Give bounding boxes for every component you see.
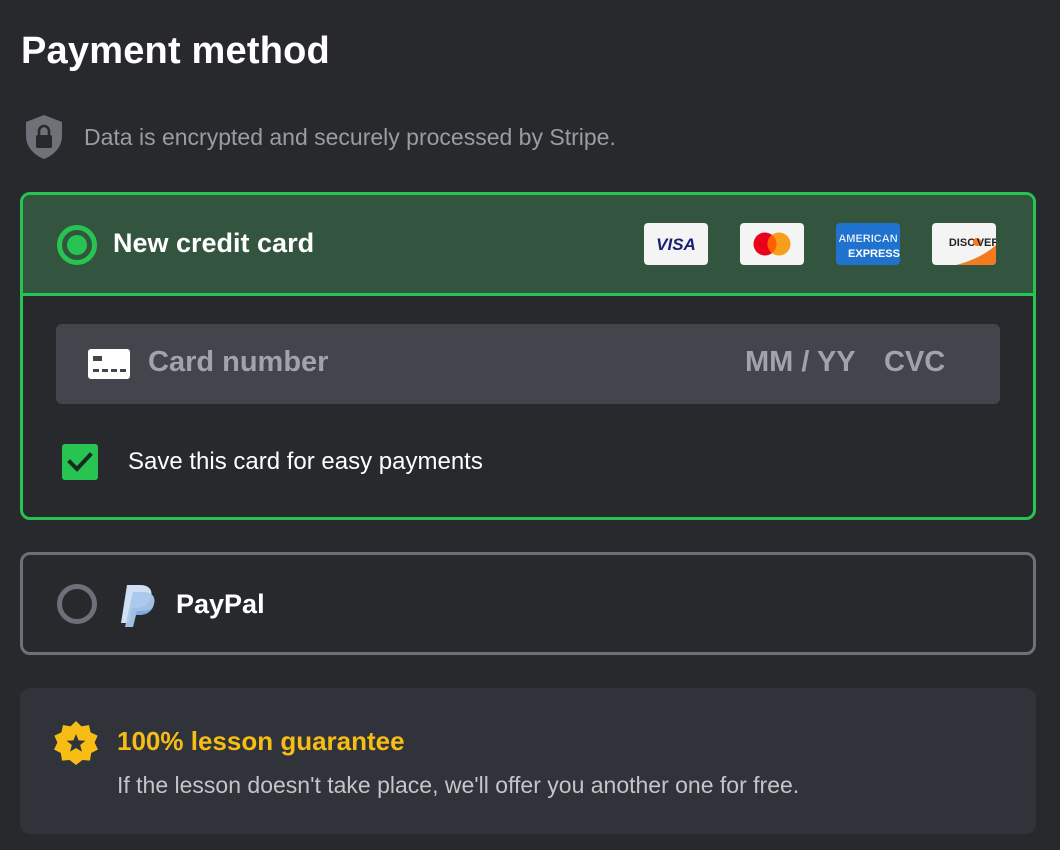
paypal-option-label: PayPal	[176, 589, 265, 619]
save-card-row[interactable]: Save this card for easy payments	[62, 444, 483, 480]
svg-text:AMERICAN: AMERICAN	[838, 233, 897, 245]
radio-dot	[67, 235, 87, 255]
paypal-option[interactable]: PayPal	[20, 552, 1036, 655]
svg-text:VER: VER	[977, 237, 996, 249]
credit-card-option-header[interactable]: New credit card VISA AMERICAN EXPRESS DI…	[23, 195, 1033, 296]
guarantee-banner: 100% lesson guarantee If the lesson does…	[20, 688, 1036, 834]
card-number-input[interactable]: Card number	[148, 346, 328, 379]
credit-card-radio[interactable]	[57, 225, 97, 265]
amex-logo: AMERICAN EXPRESS	[836, 223, 900, 265]
shield-lock-icon	[26, 115, 62, 159]
guarantee-text: If the lesson doesn't take place, we'll …	[117, 772, 800, 798]
visa-logo-text: VISA	[656, 235, 696, 254]
security-notice: Data is encrypted and securely processed…	[24, 114, 616, 160]
credit-card-option-label: New credit card	[113, 228, 315, 258]
security-text: Data is encrypted and securely processed…	[84, 123, 616, 150]
mastercard-logo	[740, 223, 804, 265]
save-card-label: Save this card for easy payments	[128, 448, 483, 475]
svg-text:EXPRESS: EXPRESS	[848, 248, 900, 260]
svg-text:DISC: DISC	[949, 237, 975, 249]
star-badge-icon	[54, 721, 98, 765]
card-input-field[interactable]: Card number MM / YY CVC	[56, 324, 1000, 404]
page-title: Payment method	[21, 30, 330, 72]
credit-card-option[interactable]: New credit card VISA AMERICAN EXPRESS DI…	[20, 192, 1036, 520]
visa-logo: VISA	[644, 223, 708, 265]
credit-card-icon	[88, 349, 130, 379]
guarantee-title: 100% lesson guarantee	[117, 726, 405, 756]
checkmark-icon	[67, 452, 93, 472]
paypal-icon	[121, 585, 155, 627]
paypal-radio[interactable]	[57, 584, 97, 624]
discover-logo: DISC VER	[932, 223, 996, 265]
cvc-input[interactable]: CVC	[884, 346, 945, 379]
save-card-checkbox[interactable]	[62, 444, 98, 480]
expiry-input[interactable]: MM / YY	[745, 346, 856, 379]
